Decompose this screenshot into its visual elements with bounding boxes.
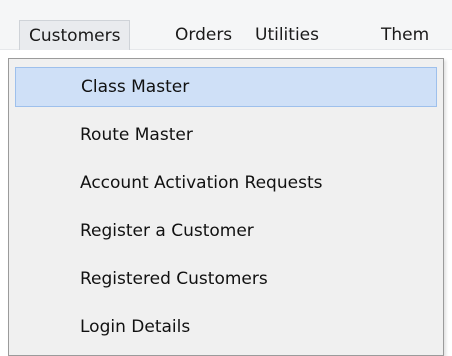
menu-customers[interactable]: Customers (19, 20, 131, 50)
menu-orders[interactable]: Orders (175, 20, 232, 50)
menu-item-account-activation-requests[interactable]: Account Activation Requests (15, 163, 437, 203)
menu-item-registered-customers[interactable]: Registered Customers (15, 259, 437, 299)
menu-item-login-details[interactable]: Login Details (15, 307, 437, 347)
customers-dropdown-menu: Class Master Route Master Account Activa… (8, 58, 444, 356)
menu-item-register-a-customer[interactable]: Register a Customer (15, 211, 437, 251)
menu-item-route-master[interactable]: Route Master (15, 115, 437, 155)
menu-bar: Customers Orders Utilities Them (0, 0, 452, 50)
menu-item-class-master[interactable]: Class Master (15, 67, 437, 107)
menu-theme[interactable]: Them (381, 20, 429, 50)
menu-utilities[interactable]: Utilities (255, 20, 319, 50)
